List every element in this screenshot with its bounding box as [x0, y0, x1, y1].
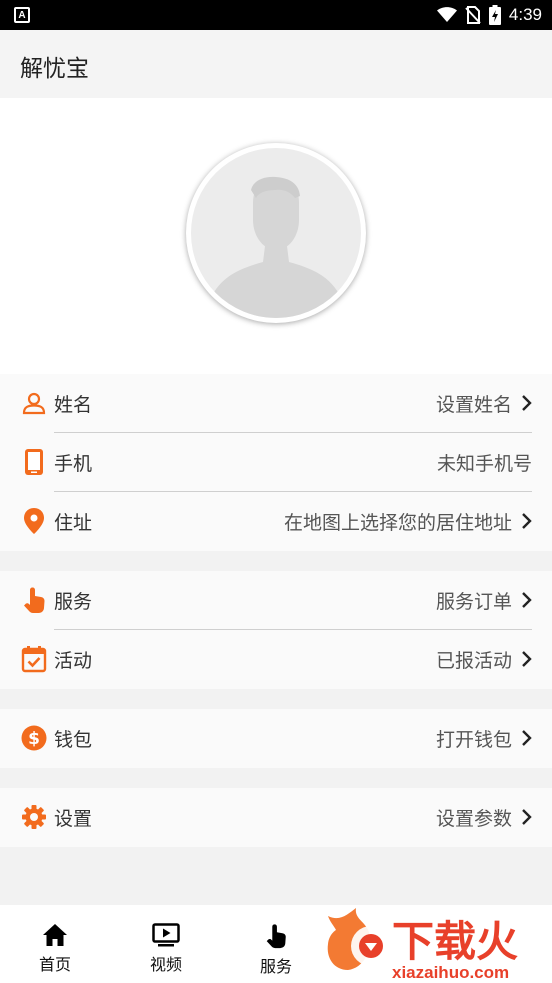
person-icon	[20, 389, 48, 417]
calendar-check-icon	[20, 645, 48, 673]
wifi-icon	[436, 7, 457, 22]
row-label-name: 姓名	[54, 394, 93, 416]
nav-item-video[interactable]: 视频	[126, 923, 206, 975]
video-play-icon	[152, 923, 180, 947]
row-value-name: 设置姓名	[435, 394, 512, 416]
phone-icon	[20, 448, 48, 476]
row-value-activity: 已报活动	[435, 650, 512, 672]
status-bar: A 4:39	[0, 0, 552, 30]
watermark-text: 下载火	[392, 917, 518, 966]
row-address[interactable]: 住址 在地图上选择您的居住地址	[0, 492, 552, 551]
default-avatar-icon	[191, 148, 361, 318]
location-pin-icon	[20, 507, 48, 535]
app-title: 解忧宝	[20, 56, 89, 82]
home-icon	[43, 924, 67, 946]
avatar[interactable]	[186, 143, 366, 323]
nav-label-video: 视频	[149, 955, 182, 974]
no-sim-icon	[465, 6, 481, 24]
row-label-service: 服务	[54, 591, 93, 613]
status-time: 4:39	[508, 5, 542, 24]
nav-label-home: 首页	[38, 955, 71, 974]
svg-text:$: $	[28, 729, 40, 749]
profile-info-section: 姓名 设置姓名 手机 未知手机号 住址 在地图上选择您的居住地址	[0, 374, 552, 551]
watermark-url: xiazaihuo.com	[392, 963, 509, 982]
row-label-settings: 设置	[54, 808, 93, 830]
chevron-right-icon	[522, 395, 532, 411]
chevron-right-icon	[522, 651, 532, 667]
chevron-right-icon	[522, 592, 532, 608]
status-icons: 4:39	[436, 0, 542, 30]
row-label-phone: 手机	[54, 453, 93, 475]
dollar-coin-icon: $	[20, 724, 48, 752]
row-service[interactable]: 服务 服务订单	[0, 571, 552, 630]
nav-item-home[interactable]: 首页	[15, 923, 95, 975]
tap-hand-icon	[20, 586, 48, 614]
row-name[interactable]: 姓名 设置姓名	[0, 374, 552, 433]
chevron-right-icon	[522, 809, 532, 825]
service-section: 服务 服务订单 活动 已报活动	[0, 571, 552, 689]
chevron-right-icon	[522, 513, 532, 529]
row-settings[interactable]: 设置 设置参数	[0, 788, 552, 847]
settings-section: 设置 设置参数	[0, 788, 552, 847]
gear-icon	[20, 803, 48, 831]
row-phone[interactable]: 手机 未知手机号	[0, 433, 552, 492]
profile-header	[0, 98, 552, 374]
row-value-address: 在地图上选择您的居住地址	[283, 512, 512, 534]
nav-item-service[interactable]: 服务	[236, 923, 316, 977]
notification-icon-letter: A	[18, 9, 26, 21]
battery-charging-icon	[488, 5, 501, 25]
row-value-service: 服务订单	[435, 591, 512, 613]
tap-hand-icon	[266, 924, 286, 949]
row-value-wallet: 打开钱包	[435, 729, 512, 751]
row-label-wallet: 钱包	[54, 729, 93, 751]
row-activity[interactable]: 活动 已报活动	[0, 630, 552, 689]
nav-label-service: 服务	[259, 957, 292, 976]
row-value-settings: 设置参数	[435, 808, 512, 830]
row-value-phone: 未知手机号	[436, 453, 532, 475]
watermark-logo: 下载火 xiazaihuo.com	[326, 908, 552, 983]
wallet-section: $ 钱包 打开钱包	[0, 709, 552, 768]
row-label-address: 住址	[54, 512, 93, 534]
chevron-right-icon	[522, 730, 532, 746]
app-notification-icon: A	[14, 7, 30, 23]
app-bar: 解忧宝	[0, 30, 552, 98]
row-label-activity: 活动	[54, 650, 93, 672]
row-wallet[interactable]: $ 钱包 打开钱包	[0, 709, 552, 768]
